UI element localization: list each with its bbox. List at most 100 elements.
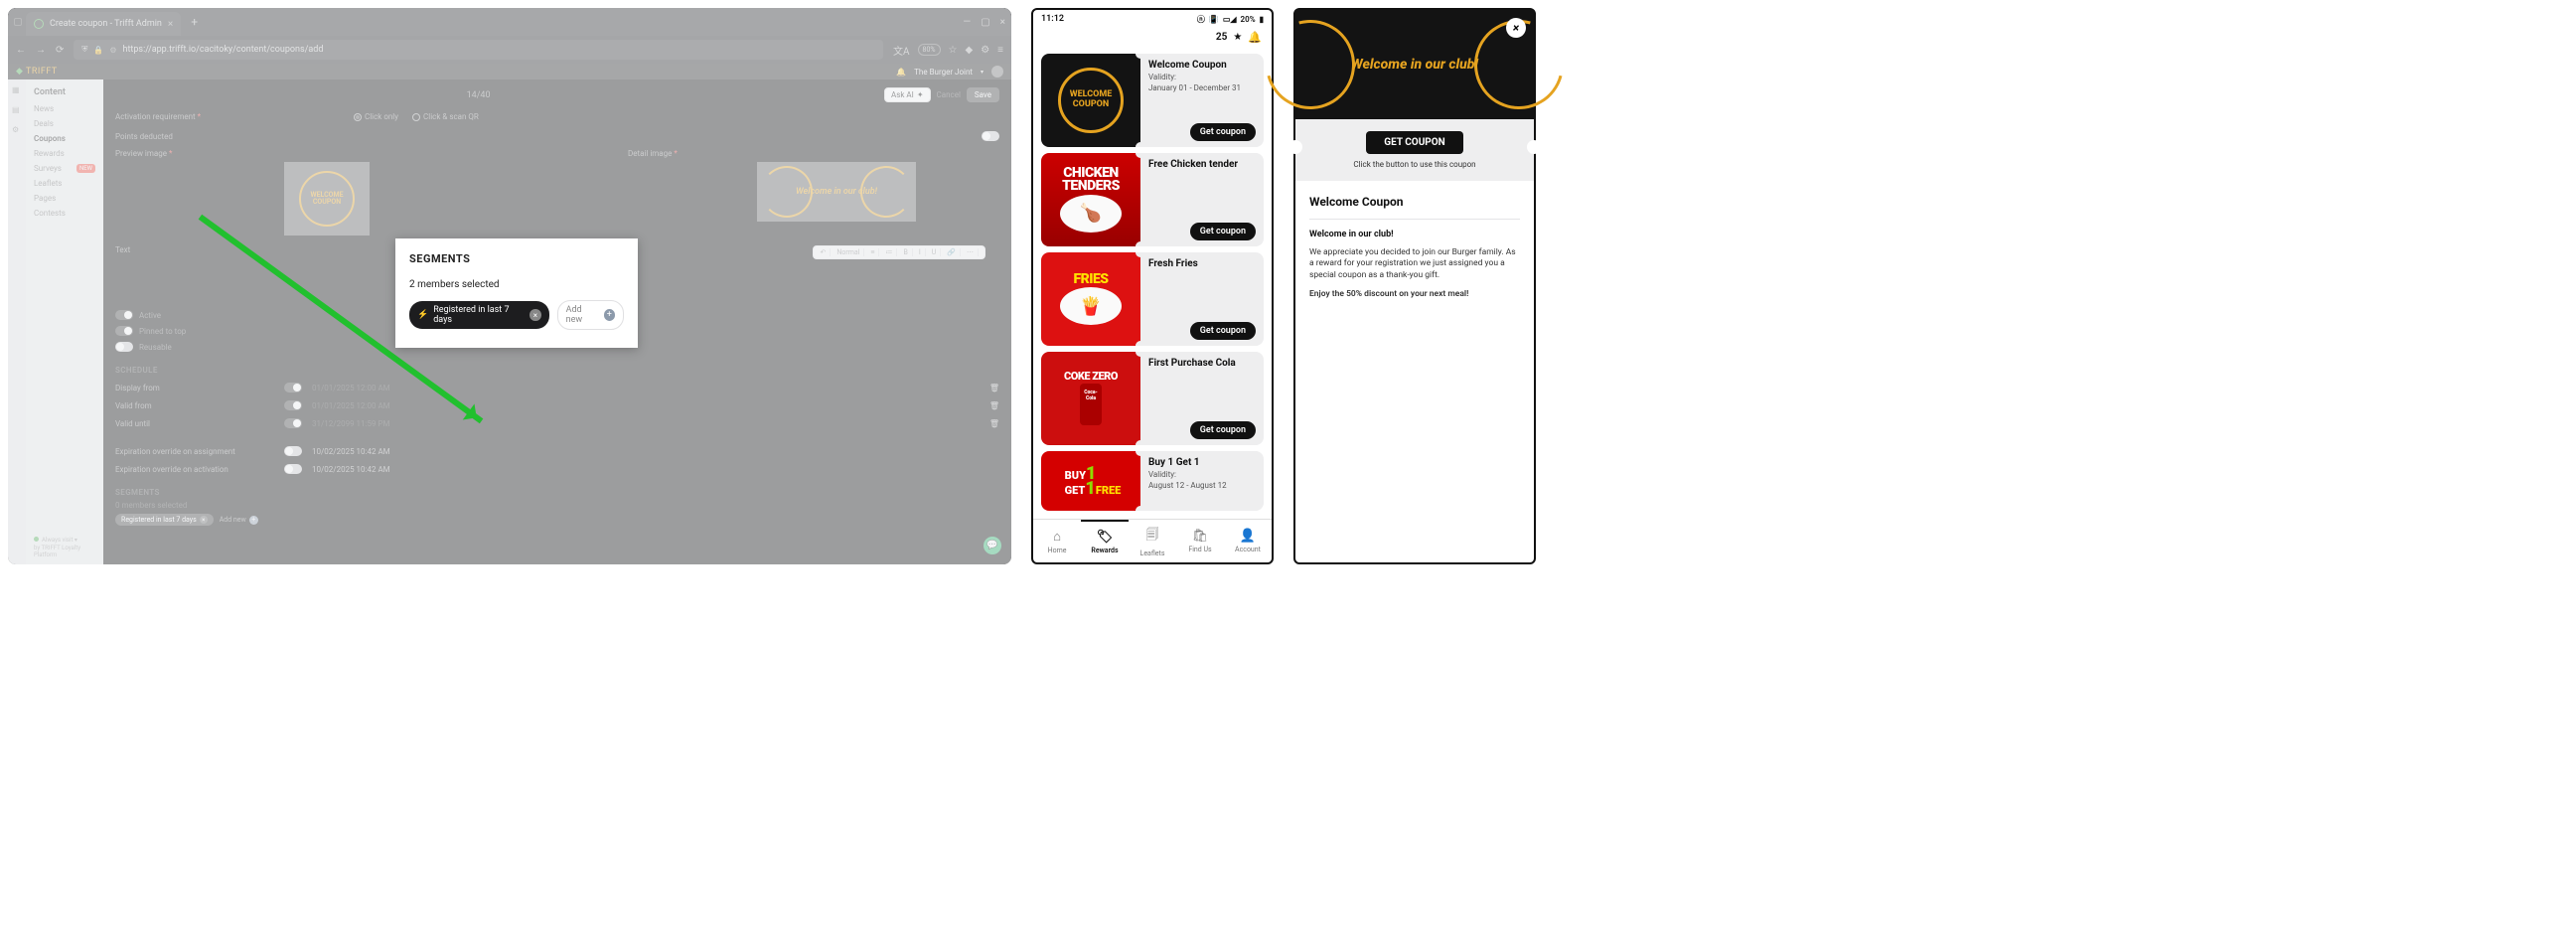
home-icon: ⌂ <box>1053 529 1061 545</box>
detail-image[interactable]: Welcome in our club! <box>757 162 916 222</box>
radio-click-only[interactable]: Click only <box>354 112 398 121</box>
active-toggle[interactable] <box>115 310 133 320</box>
bold-icon[interactable]: B <box>903 248 912 256</box>
ask-ai-button[interactable]: Ask AI✦ <box>884 87 930 102</box>
valid-from-toggle[interactable] <box>284 400 302 410</box>
maximize-icon[interactable]: ▢ <box>981 17 989 28</box>
nav-content-icon[interactable]: ▤ <box>12 105 22 115</box>
valid-until-date[interactable]: 31/12/2099 11:59 PM <box>312 419 390 428</box>
sidebar-item-coupons[interactable]: Coupons <box>26 131 103 146</box>
close-window-icon[interactable]: × <box>1000 17 1005 28</box>
remove-chip-icon[interactable]: × <box>530 309 540 321</box>
chat-fab[interactable]: 💬 <box>984 537 1001 554</box>
italic-icon[interactable]: I <box>919 248 926 256</box>
zoom-level[interactable]: 80% <box>918 44 941 56</box>
coupon-tile: COKE ZERO Coca-Cola <box>1041 352 1140 445</box>
settings-icon[interactable]: ⚙ <box>981 45 989 56</box>
coupon-tile: FRIES 🍟 <box>1041 252 1140 346</box>
trash-icon[interactable]: 🗑 <box>989 419 999 428</box>
get-coupon-button[interactable]: Get coupon <box>1190 223 1256 240</box>
popover-add-segment-button[interactable]: Add new + <box>557 300 624 330</box>
close-tab-icon[interactable]: × <box>168 19 173 30</box>
display-from-toggle[interactable] <box>284 383 302 392</box>
get-coupon-button[interactable]: Get coupon <box>1190 322 1256 340</box>
cancel-button[interactable]: Cancel <box>937 90 961 99</box>
trash-icon[interactable]: 🗑 <box>989 384 999 392</box>
add-segment-button[interactable]: Add new+ <box>220 516 258 525</box>
phone-coupon-list: 11:12 ⓝ 📳 ▭◢ 20% ▮ 25 ★ 🔔 WELCOME COUPON… <box>1031 8 1274 564</box>
extension-icon[interactable]: ◆ <box>965 45 973 56</box>
welcome-stamp: WELCOME COUPON <box>299 171 355 227</box>
reusable-toggle[interactable] <box>115 342 133 352</box>
exp-assign-toggle[interactable] <box>284 446 302 456</box>
coupon-card[interactable]: BUY1GET1FREE Buy 1 Get 1 Validity: Augus… <box>1041 451 1264 511</box>
org-name: The Burger Joint <box>914 68 973 77</box>
sidebar-item-contests[interactable]: Contests <box>26 206 103 221</box>
get-coupon-button[interactable]: GET COUPON <box>1366 131 1462 154</box>
tab-find-us[interactable]: 🛍Find Us <box>1176 520 1224 562</box>
translate-icon[interactable]: 文A <box>893 43 910 58</box>
sidebar-item-surveys[interactable]: SurveysNEW <box>26 161 103 176</box>
valid-until-toggle[interactable] <box>284 418 302 428</box>
exp-activate-toggle[interactable] <box>284 464 302 474</box>
sparkle-icon: ✦ <box>917 90 924 99</box>
tab-leaflets[interactable]: 🗐Leaflets <box>1129 520 1176 562</box>
sidebar-item-leaflets[interactable]: Leaflets <box>26 176 103 191</box>
valid-from-date[interactable]: 01/01/2025 12:00 AM <box>312 401 390 410</box>
avatar[interactable] <box>991 66 1003 78</box>
coupon-card[interactable]: WELCOME COUPON Welcome Coupon Validity: … <box>1041 54 1264 147</box>
nav-dashboard-icon[interactable]: ▦ <box>12 85 22 95</box>
close-icon[interactable]: × <box>1506 18 1526 38</box>
coupon-card[interactable]: CHICKENTENDERS 🍗 Free Chicken tender Get… <box>1041 153 1264 246</box>
get-coupon-hint: Click the button to use this coupon <box>1317 160 1512 169</box>
browser-tab[interactable]: Create coupon - Trifft Admin × <box>26 12 181 36</box>
popover-chip-label: Registered in last 7 days <box>433 305 525 325</box>
coupon-card[interactable]: COKE ZERO Coca-Cola First Purchase Cola … <box>1041 352 1264 445</box>
back-icon[interactable]: ← <box>16 45 26 56</box>
chevron-down-icon[interactable]: ▾ <box>981 69 984 76</box>
window-controls: — ▢ × <box>963 17 1005 28</box>
save-button[interactable]: Save <box>967 87 999 102</box>
bookmark-icon[interactable]: ☆ <box>949 45 958 56</box>
editor-toolbar[interactable]: ↶ Normal ≡ ≔ B I U 🔗 ⋯ <box>813 245 985 259</box>
coupon-list[interactable]: WELCOME COUPON Welcome Coupon Validity: … <box>1033 50 1272 519</box>
reload-icon[interactable]: ⟳ <box>56 45 64 56</box>
remove-chip-icon[interactable]: × <box>200 516 208 524</box>
tab-rewards[interactable]: 🏷Rewards <box>1081 520 1129 562</box>
bell-icon[interactable]: 🔔 <box>896 68 906 77</box>
radio-click-scan-qr[interactable]: Click & scan QR <box>412 112 479 121</box>
trash-icon[interactable]: 🗑 <box>989 401 999 410</box>
preview-image[interactable]: WELCOME COUPON <box>284 162 370 236</box>
coupon-card[interactable]: FRIES 🍟 Fresh Fries Get coupon <box>1041 252 1264 346</box>
coupon-tile: CHICKENTENDERS 🍗 <box>1041 153 1140 246</box>
align-icon[interactable]: ≡ <box>870 248 879 256</box>
nav-settings-icon[interactable]: ⚙ <box>12 125 22 135</box>
sidebar-item-pages[interactable]: Pages <box>26 191 103 206</box>
underline-icon[interactable]: U <box>932 248 942 256</box>
sidebar-item-news[interactable]: News <box>26 101 103 116</box>
menu-icon[interactable]: ≡ <box>997 45 1003 56</box>
forward-icon[interactable]: → <box>36 45 46 56</box>
tab-account[interactable]: 👤Account <box>1224 520 1272 562</box>
list-icon[interactable]: ≔ <box>885 248 897 256</box>
new-tab-button[interactable]: + <box>185 15 204 29</box>
pinned-toggle[interactable] <box>115 326 133 336</box>
undo-icon[interactable]: ↶ <box>820 248 831 256</box>
display-from-label: Display from <box>115 384 274 392</box>
get-coupon-button[interactable]: Get coupon <box>1190 123 1256 141</box>
points-toggle[interactable] <box>982 131 999 141</box>
sidebar-item-rewards[interactable]: Rewards <box>26 146 103 161</box>
more-icon[interactable]: ⋯ <box>967 248 979 256</box>
sidebar-item-deals[interactable]: Deals <box>26 116 103 131</box>
workspace-indicator-icon <box>14 18 22 26</box>
url-box[interactable]: ⛨ 🔒 ⚙ https://app.trifft.io/cacitoky/con… <box>74 40 883 60</box>
tab-home[interactable]: ⌂Home <box>1033 520 1081 562</box>
link-icon[interactable]: 🔗 <box>947 248 961 256</box>
get-coupon-button[interactable]: Get coupon <box>1190 421 1256 439</box>
display-from-date[interactable]: 01/01/2025 12:00 AM <box>312 384 390 392</box>
font-select[interactable]: Normal <box>836 248 864 256</box>
segment-chip[interactable]: Registered in last 7 days× <box>115 514 214 526</box>
notifications-icon[interactable]: 🔔 <box>1248 31 1262 44</box>
popover-segment-chip[interactable]: ⚡ Registered in last 7 days × <box>409 301 549 329</box>
minimize-icon[interactable]: — <box>963 17 971 28</box>
